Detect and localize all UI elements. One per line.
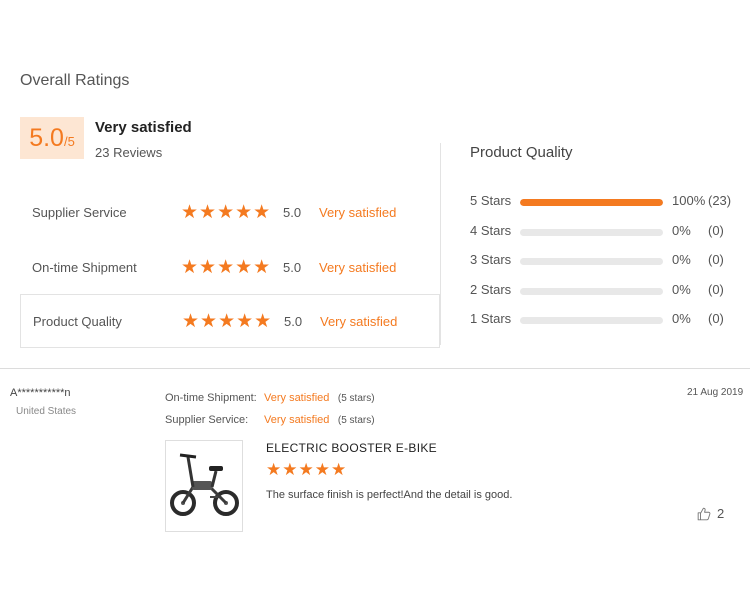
distribution-count: (0)	[708, 282, 724, 297]
star-distribution-row-2[interactable]: 2 Stars 0% (0)	[470, 282, 740, 300]
reviewer-name: A***********n	[10, 387, 71, 399]
review-field-shipment-value: Very satisfied (5 stars)	[264, 388, 375, 406]
overall-score-denominator: /5	[63, 134, 75, 149]
distribution-percent: 100%	[672, 193, 706, 208]
panel-divider	[440, 143, 441, 345]
reviews-count: 23 Reviews	[95, 145, 163, 160]
overall-summary: Very satisfied	[95, 119, 192, 136]
distribution-count: (0)	[708, 311, 724, 326]
e-bike-icon	[170, 453, 239, 516]
rating-status: Very satisfied	[319, 204, 397, 220]
rating-status: Very satisfied	[319, 259, 397, 275]
distribution-bar-fill	[520, 199, 663, 206]
review-date: 21 Aug 2019	[687, 387, 744, 398]
star-rating-icons: ★★★★★	[181, 256, 272, 278]
rating-row-on-time-shipment: On-time Shipment ★★★★★ 5.0 Very satisfie…	[20, 240, 440, 294]
review-field-shipment: On-time Shipment:	[165, 388, 257, 406]
distribution-percent: 0%	[672, 282, 691, 297]
product-quality-title: Product Quality	[470, 144, 573, 161]
distribution-label: 1 Stars	[470, 311, 512, 326]
rating-label: Supplier Service	[32, 204, 127, 220]
review-field-label: Supplier Service:	[165, 414, 249, 426]
distribution-percent: 0%	[672, 223, 691, 238]
product-name[interactable]: ELECTRIC BOOSTER E-BIKE	[266, 441, 437, 455]
review-field-value: Very satisfied	[264, 414, 330, 426]
star-rating-icons: ★★★★★	[181, 201, 272, 223]
thumbs-up-icon	[697, 507, 711, 520]
distribution-label: 2 Stars	[470, 282, 512, 297]
review-field-stars: (5 stars)	[337, 393, 375, 404]
distribution-percent: 0%	[672, 311, 691, 326]
distribution-bar	[520, 199, 663, 206]
rating-score: 5.0	[283, 204, 302, 220]
like-count: 2	[717, 506, 725, 521]
rating-label: On-time Shipment	[32, 259, 137, 275]
distribution-bar	[520, 229, 663, 236]
distribution-count: (23)	[708, 193, 732, 208]
review-star-rating: ★★★★★	[266, 460, 348, 479]
distribution-label: 5 Stars	[470, 193, 512, 208]
section-divider	[0, 368, 750, 369]
overall-ratings-title: Overall Ratings	[20, 72, 130, 89]
star-rating-icons: ★★★★★	[182, 310, 273, 332]
star-distribution-row-5[interactable]: 5 Stars 100% (23)	[470, 193, 740, 211]
distribution-percent: 0%	[672, 252, 691, 267]
star-distribution-row-3[interactable]: 3 Stars 0% (0)	[470, 252, 740, 270]
like-button[interactable]: 2	[697, 506, 724, 521]
review-field-service-value: Very satisfied (5 stars)	[264, 410, 375, 428]
reviewer-country: United States	[16, 406, 77, 417]
distribution-count: (0)	[708, 223, 724, 238]
rating-score: 5.0	[284, 313, 303, 329]
review-field-stars: (5 stars)	[337, 415, 375, 426]
distribution-count: (0)	[708, 252, 724, 267]
rating-row-supplier-service: Supplier Service ★★★★★ 5.0 Very satisfie…	[20, 185, 440, 239]
distribution-bar	[520, 258, 663, 265]
product-thumbnail[interactable]	[165, 440, 243, 532]
review-field-service: Supplier Service:	[165, 410, 248, 428]
review-field-label: On-time Shipment:	[165, 392, 257, 404]
distribution-label: 3 Stars	[470, 252, 512, 267]
review-text: The surface finish is perfect!And the de…	[266, 489, 513, 501]
star-distribution-row-4[interactable]: 4 Stars 0% (0)	[470, 223, 740, 241]
review-field-value: Very satisfied	[264, 392, 330, 404]
overall-score-badge: 5.0 /5	[20, 117, 84, 159]
rating-status: Very satisfied	[320, 313, 398, 329]
distribution-label: 4 Stars	[470, 223, 512, 238]
rating-row-product-quality[interactable]: Product Quality ★★★★★ 5.0 Very satisfied	[20, 294, 440, 348]
star-distribution-row-1[interactable]: 1 Stars 0% (0)	[470, 311, 740, 329]
distribution-bar	[520, 288, 663, 295]
rating-score: 5.0	[283, 259, 302, 275]
overall-score: 5.0	[29, 124, 64, 152]
distribution-bar	[520, 317, 663, 324]
rating-label: Product Quality	[33, 313, 122, 329]
